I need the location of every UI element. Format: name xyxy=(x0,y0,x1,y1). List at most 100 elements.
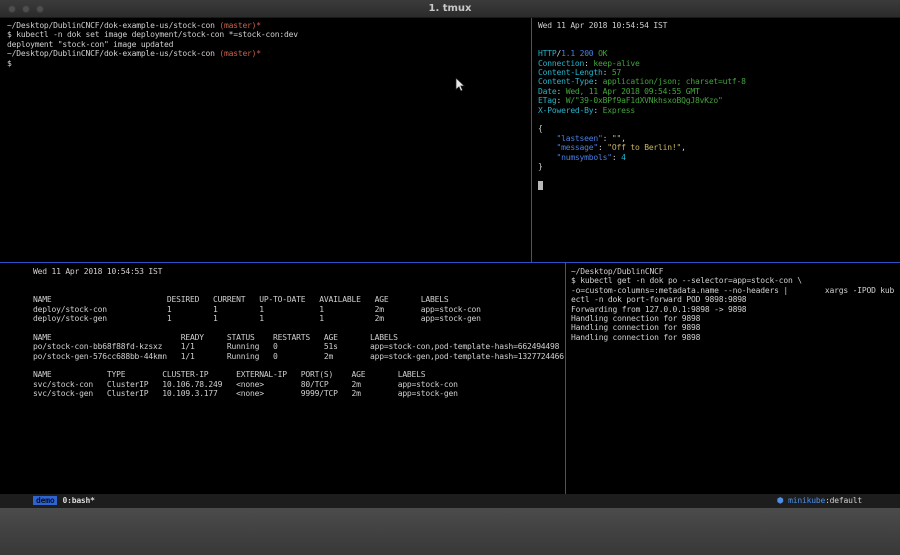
title-bar[interactable]: 1. tmux xyxy=(0,0,900,18)
desktop-background xyxy=(0,508,900,555)
terminal-line: NAME TYPE CLUSTER-IP EXTERNAL-IP PORT(S)… xyxy=(33,370,565,379)
terminal-line: ETag: W/"39-0xBPf9aF1dXVNkhsxoBQgJ8vKzo" xyxy=(538,96,900,105)
terminal-line: deployment "stock-con" image updated xyxy=(7,40,527,49)
terminal-line: svc/stock-con ClusterIP 10.106.78.249 <n… xyxy=(33,380,565,389)
terminal-line xyxy=(33,276,565,285)
text-segment: : xyxy=(598,143,607,152)
text-segment: , xyxy=(621,134,626,143)
text-segment: NAME DESIRED CURRENT UP-TO-DATE AVAILABL… xyxy=(33,295,448,304)
terminal-line: ~/Desktop/DublinCNCF/dok-example-us/stoc… xyxy=(7,21,527,30)
kubernetes-context-icon: ⬢ xyxy=(777,496,784,505)
terminal-line: $ kubectl get -n dok po --selector=app=s… xyxy=(571,276,900,285)
terminal-line: NAME DESIRED CURRENT UP-TO-DATE AVAILABL… xyxy=(33,295,565,304)
text-segment: : xyxy=(593,106,602,115)
text-segment: { xyxy=(538,124,543,133)
text-segment: : xyxy=(603,134,612,143)
terminal-line: po/stock-gen-576cc688bb-44kmn 1/1 Runnin… xyxy=(33,352,565,361)
text-segment: deploy/stock-gen 1 1 1 1 2m app=stock-ge… xyxy=(33,314,481,323)
text-segment: W/"39-0xBPf9aF1dXVNkhsxoBQgJ8vKzo" xyxy=(566,96,723,105)
close-button[interactable] xyxy=(8,5,16,13)
terminal-line xyxy=(33,361,565,370)
terminal-line: HTTP/1.1 200 OK xyxy=(538,49,900,58)
text-segment: NAME READY STATUS RESTARTS AGE LABELS xyxy=(33,333,398,342)
window-tab-bash[interactable]: 0:bash* xyxy=(62,496,94,505)
status-right: ⬢ minikube:default xyxy=(777,494,862,508)
text-segment: Handling connection for 9898 xyxy=(571,323,700,332)
text-segment: Wed 11 Apr 2018 10:54:53 IST xyxy=(33,267,162,276)
text-segment: deploy/stock-con 1 1 1 1 2m app=stock-co… xyxy=(33,305,481,314)
terminal-line: svc/stock-gen ClusterIP 10.109.3.177 <no… xyxy=(33,389,565,398)
text-segment: , xyxy=(681,143,686,152)
pane-bottom-right-port-forward[interactable]: ~/Desktop/DublinCNCF$ kubectl get -n dok… xyxy=(566,263,900,494)
text-segment: "message" xyxy=(556,143,598,152)
text-segment: * xyxy=(256,21,261,30)
terminal-line: "numsymbols": 4 xyxy=(538,153,900,162)
pane-divider-horizontal[interactable] xyxy=(0,262,900,263)
text-segment: Content-Type xyxy=(538,77,593,86)
pane-top-left-shell[interactable]: ~/Desktop/DublinCNCF/dok-example-us/stoc… xyxy=(0,18,531,262)
text-segment: "Off to Berlin!" xyxy=(607,143,681,152)
terminal-line: Wed 11 Apr 2018 10:54:53 IST xyxy=(33,267,565,276)
text-segment: "lastseen" xyxy=(556,134,602,143)
text-segment: 200 xyxy=(580,49,594,58)
terminal-line xyxy=(538,172,900,181)
text-segment: Forwarding from 127.0.0.1:9898 -> 9898 xyxy=(571,305,746,314)
kube-namespace: :default xyxy=(825,496,862,505)
pane-bottom-left-kubectl-watch[interactable]: Wed 11 Apr 2018 10:54:53 IST NAME DESIRE… xyxy=(0,263,565,494)
text-segment: 1.1 xyxy=(561,49,575,58)
text-segment: Handling connection for 9898 xyxy=(571,333,700,342)
text-segment: Handling connection for 9898 xyxy=(571,314,700,323)
terminal-line: Handling connection for 9898 xyxy=(571,333,900,342)
zoom-button[interactable] xyxy=(36,5,44,13)
terminal-line: Handling connection for 9898 xyxy=(571,314,900,323)
text-segment: : xyxy=(593,77,602,86)
terminal-line xyxy=(538,181,900,190)
text-segment: "numsymbols" xyxy=(556,153,611,162)
text-segment: ectl -n dok port-forward POD 9898:9898 xyxy=(571,295,746,304)
text-segment: application/json; charset=utf-8 xyxy=(603,77,746,86)
terminal-line: Content-Length: 57 xyxy=(538,68,900,77)
terminal-line xyxy=(538,30,900,39)
pane-divider-vertical-bottom[interactable] xyxy=(565,263,566,494)
terminal-line: Handling connection for 9898 xyxy=(571,323,900,332)
terminal-line: "message": "Off to Berlin!", xyxy=(538,143,900,152)
mouse-cursor xyxy=(455,78,466,93)
text-segment: NAME TYPE CLUSTER-IP EXTERNAL-IP PORT(S)… xyxy=(33,370,425,379)
text-segment: Wed, 11 Apr 2018 09:54:55 GMT xyxy=(566,87,700,96)
text-segment: : xyxy=(612,153,621,162)
window-title: 1. tmux xyxy=(0,0,900,17)
text-segment xyxy=(538,134,556,143)
text-segment: Content-Length xyxy=(538,68,603,77)
text-segment: po/stock-gen-576cc688bb-44kmn 1/1 Runnin… xyxy=(33,352,564,361)
text-segment: X-Powered-By xyxy=(538,106,593,115)
pane-top-right-http-response[interactable]: Wed 11 Apr 2018 10:54:54 IST HTTP/1.1 20… xyxy=(532,18,900,262)
pane-divider-vertical-top[interactable] xyxy=(531,18,532,262)
text-segment: -o=custom-columns=:metadata.name --no-he… xyxy=(571,286,894,295)
terminal-line: { xyxy=(538,124,900,133)
text-segment xyxy=(538,143,556,152)
terminal-line: X-Powered-By: Express xyxy=(538,106,900,115)
status-left: demo0:bash* xyxy=(33,494,95,508)
terminal-line: deploy/stock-gen 1 1 1 1 2m app=stock-ge… xyxy=(33,314,565,323)
terminal-line: ~/Desktop/DublinCNCF xyxy=(571,267,900,276)
minimize-button[interactable] xyxy=(22,5,30,13)
text-segment: $ xyxy=(7,59,12,68)
text-segment: OK xyxy=(598,49,607,58)
traffic-lights xyxy=(8,5,44,13)
text-segment: svc/stock-gen ClusterIP 10.109.3.177 <no… xyxy=(33,389,458,398)
terminal-line: deploy/stock-con 1 1 1 1 2m app=stock-co… xyxy=(33,305,565,314)
text-segment: : xyxy=(556,96,565,105)
text-segment: po/stock-con-bb68f88fd-kzsxz 1/1 Running… xyxy=(33,342,559,351)
text-segment: * xyxy=(256,49,261,58)
terminal-line: $ kubectl -n dok set image deployment/st… xyxy=(7,30,527,39)
text-segment: (master) xyxy=(219,49,256,58)
terminal-line xyxy=(538,115,900,124)
text-segment: Express xyxy=(603,106,635,115)
terminal-line: $ xyxy=(7,59,527,68)
text-segment: HTTP xyxy=(538,49,556,58)
terminal-line: NAME READY STATUS RESTARTS AGE LABELS xyxy=(33,333,565,342)
text-segment: ~/Desktop/DublinCNCF/dok-example-us/stoc… xyxy=(7,49,219,58)
text-segment: } xyxy=(538,162,543,171)
text-segment: ~/Desktop/DublinCNCF xyxy=(571,267,663,276)
text-segment: ~/Desktop/DublinCNCF/dok-example-us/stoc… xyxy=(7,21,219,30)
